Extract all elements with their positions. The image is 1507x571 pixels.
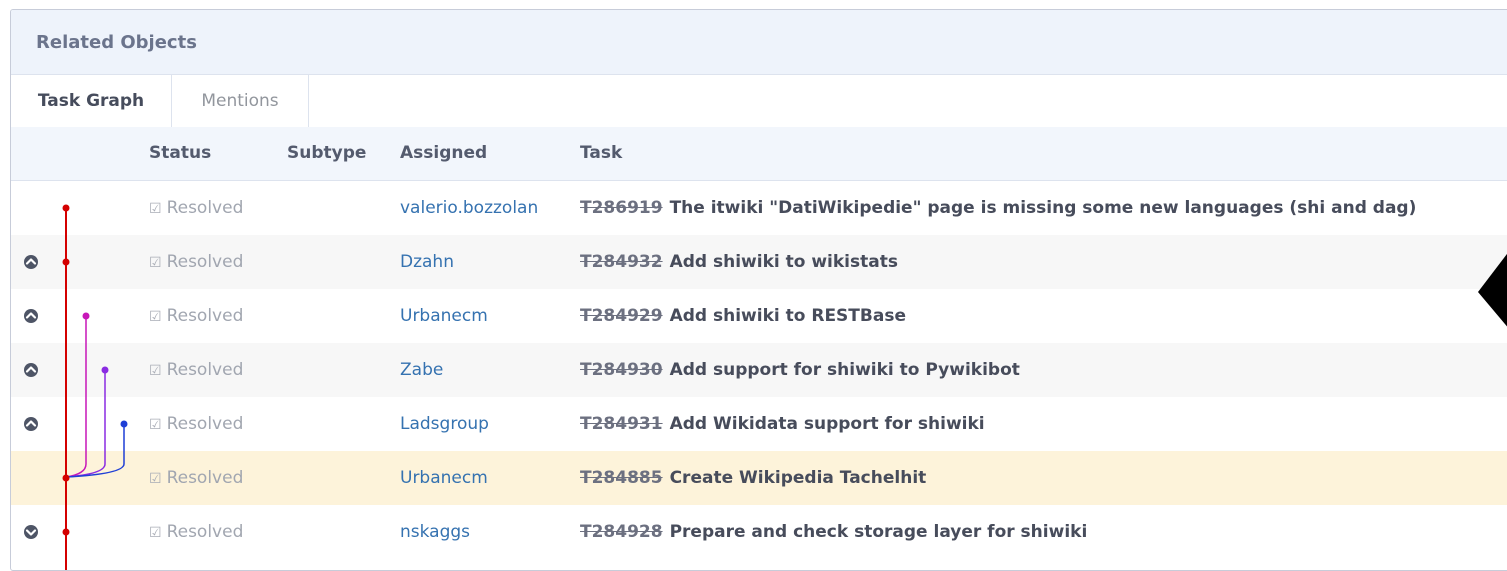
task-id: T284931: [580, 414, 663, 434]
chevron-down-icon[interactable]: [24, 525, 38, 539]
checkbox-check-icon: ☑: [149, 417, 162, 433]
column-header-subtype[interactable]: Subtype: [287, 127, 366, 180]
column-header-assigned[interactable]: Assigned: [400, 127, 487, 180]
status-cell: ☑ Resolved: [149, 505, 243, 559]
assigned-user-link[interactable]: Urbanecm: [400, 289, 488, 343]
table-row[interactable]: ☑ Resolved Urbanecm T284885 Create Wikipedia…: [11, 451, 1507, 505]
status-label: Resolved: [166, 198, 244, 218]
black-diamond-marker: [1478, 253, 1507, 327]
task-link[interactable]: T284932 Add shiwiki to wikistats: [580, 235, 898, 289]
table-row[interactable]: ☑ Resolved valerio.bozzolan T286919 The itwi…: [11, 181, 1507, 235]
task-link[interactable]: T284928 Prepare and check storage layer f…: [580, 505, 1087, 559]
task-title: Add shiwiki to wikistats: [669, 252, 898, 272]
status-label: Resolved: [166, 468, 244, 488]
status-cell: ☑ Resolved: [149, 235, 243, 289]
assigned-user-link[interactable]: Urbanecm: [400, 451, 488, 505]
status-cell: ☑ Resolved: [149, 343, 243, 397]
status-label: Resolved: [166, 522, 244, 542]
panel-header: Related Objects: [11, 10, 1507, 75]
task-title: Add shiwiki to RESTBase: [669, 306, 906, 326]
checkbox-check-icon: ☑: [149, 201, 162, 217]
assigned-user-link[interactable]: Dzahn: [400, 235, 454, 289]
column-header-status[interactable]: Status: [149, 127, 211, 180]
table-row[interactable]: ☑ Resolved Zabe T284930 Add support for shiw…: [11, 343, 1507, 397]
task-title: Add Wikidata support for shiwiki: [669, 414, 985, 434]
assigned-user-link[interactable]: Ladsgroup: [400, 397, 489, 451]
task-id: T284930: [580, 360, 663, 380]
task-link[interactable]: T284930 Add support for shiwiki to Pywiki…: [580, 343, 1020, 397]
task-link[interactable]: T284931 Add Wikidata support for shiwiki: [580, 397, 985, 451]
chevron-up-icon[interactable]: [24, 417, 38, 431]
related-objects-panel: Related Objects Task Graph Mentions Stat…: [10, 9, 1507, 571]
table-row[interactable]: ☑ Resolved Urbanecm T284929 Add shiwiki to R…: [11, 289, 1507, 343]
status-label: Resolved: [166, 414, 244, 434]
assigned-user-link[interactable]: Zabe: [400, 343, 443, 397]
tab-mentions[interactable]: Mentions: [172, 75, 309, 127]
table-header: Status Subtype Assigned Task: [11, 127, 1507, 181]
checkbox-check-icon: ☑: [149, 255, 162, 271]
chevron-up-icon[interactable]: [24, 255, 38, 269]
status-label: Resolved: [166, 252, 244, 272]
chevron-up-icon[interactable]: [24, 363, 38, 377]
column-header-task[interactable]: Task: [580, 127, 622, 180]
checkbox-check-icon: ☑: [149, 363, 162, 379]
task-title: Add support for shiwiki to Pywikibot: [669, 360, 1020, 380]
task-link[interactable]: T286919 The itwiki "DatiWikipedie" page i…: [580, 181, 1416, 235]
task-title: The itwiki "DatiWikipedie" page is missi…: [669, 198, 1417, 218]
tab-task-graph[interactable]: Task Graph: [11, 75, 172, 127]
status-cell: ☑ Resolved: [149, 181, 243, 235]
table-row[interactable]: ☑ Resolved Ladsgroup T284931 Add Wikidata su…: [11, 397, 1507, 451]
assigned-user-link[interactable]: valerio.bozzolan: [400, 181, 538, 235]
table-row[interactable]: ☑ Resolved Dzahn T284932 Add shiwiki to wiki…: [11, 235, 1507, 289]
task-id: T284932: [580, 252, 663, 272]
status-label: Resolved: [166, 306, 244, 326]
chevron-up-icon[interactable]: [24, 309, 38, 323]
status-cell: ☑ Resolved: [149, 289, 243, 343]
task-id: T286919: [580, 198, 663, 218]
task-title: Create Wikipedia Tachelhit: [669, 468, 927, 488]
task-link[interactable]: T284885 Create Wikipedia Tachelhit: [580, 451, 926, 505]
task-id: T284928: [580, 522, 663, 542]
checkbox-check-icon: ☑: [149, 471, 162, 487]
task-id: T284885: [580, 468, 663, 488]
panel-title: Related Objects: [36, 31, 197, 53]
status-label: Resolved: [166, 360, 244, 380]
table-row[interactable]: ☑ Resolved nskaggs T284928 Prepare and check…: [11, 505, 1507, 559]
status-cell: ☑ Resolved: [149, 397, 243, 451]
task-id: T284929: [580, 306, 663, 326]
tab-bar: Task Graph Mentions: [11, 75, 1507, 128]
status-cell: ☑ Resolved: [149, 451, 243, 505]
checkbox-check-icon: ☑: [149, 309, 162, 325]
task-link[interactable]: T284929 Add shiwiki to RESTBase: [580, 289, 906, 343]
checkbox-check-icon: ☑: [149, 525, 162, 541]
task-title: Prepare and check storage layer for shiw…: [669, 522, 1088, 542]
assigned-user-link[interactable]: nskaggs: [400, 505, 470, 559]
